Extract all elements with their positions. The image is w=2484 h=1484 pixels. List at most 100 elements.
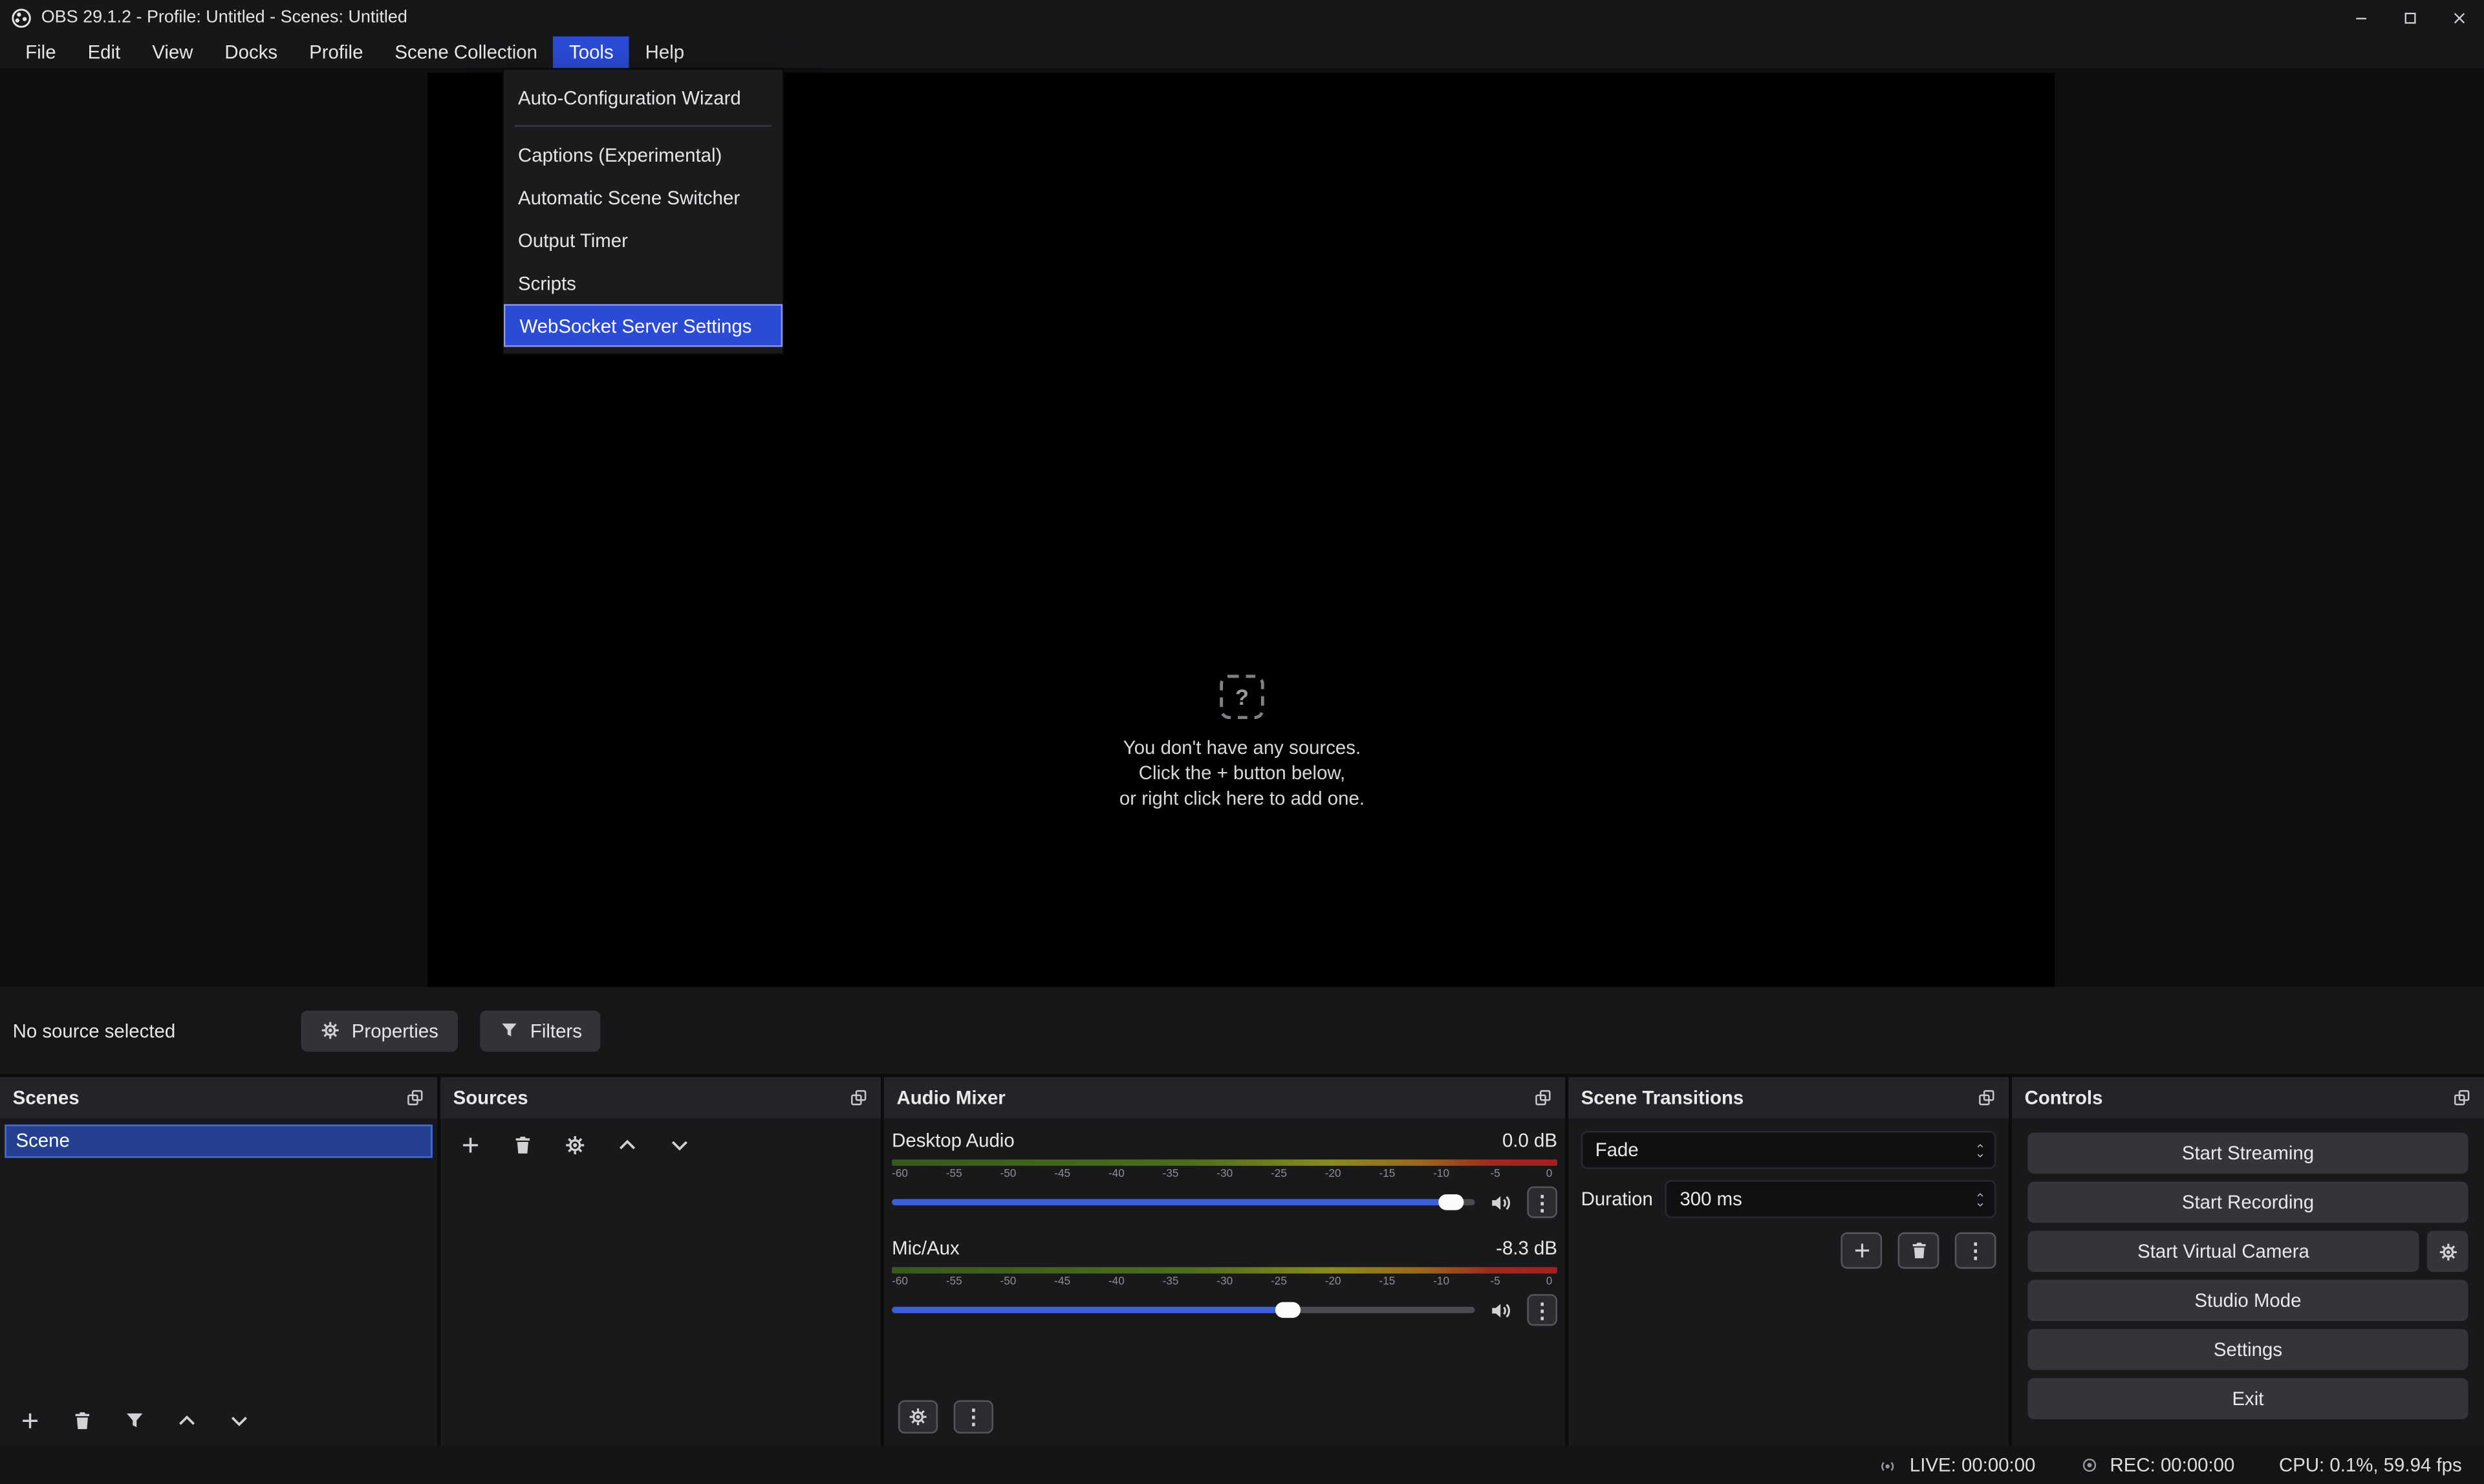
db-tick: -30 bbox=[1216, 1169, 1233, 1183]
chevron-up-icon bbox=[1974, 1190, 1987, 1198]
scene-transitions-dock: Scene Transitions Fade Duration 300 ms bbox=[1568, 1077, 2009, 1446]
db-tick: -45 bbox=[1054, 1276, 1070, 1291]
volume-slider[interactable] bbox=[892, 1296, 1474, 1324]
db-tick: -25 bbox=[1271, 1276, 1287, 1291]
menu-item-output-timer[interactable]: Output Timer bbox=[504, 219, 783, 261]
menu-item-automatic-scene-switcher[interactable]: Automatic Scene Switcher bbox=[504, 176, 783, 219]
volume-slider[interactable] bbox=[892, 1188, 1474, 1216]
db-tick: -15 bbox=[1379, 1276, 1395, 1291]
menu-item-scripts[interactable]: Scripts bbox=[504, 261, 783, 304]
obs-window: OBS 29.1.2 - Profile: Untitled - Scenes:… bbox=[0, 0, 2484, 1484]
add-transition-button[interactable] bbox=[1841, 1232, 1882, 1269]
db-tick: -60 bbox=[892, 1169, 908, 1183]
db-tick: -35 bbox=[1163, 1276, 1179, 1291]
transition-select-value: Fade bbox=[1595, 1139, 1639, 1161]
scene-transitions-body: Fade Duration 300 ms bbox=[1568, 1118, 2009, 1446]
mixer-channel-mic-aux: Mic/Aux -8.3 dB -60 -55 -50 -45 -40 -35 … bbox=[892, 1237, 1557, 1324]
duration-spinner[interactable] bbox=[1974, 1190, 1987, 1208]
db-tick: 0 bbox=[1541, 1169, 1557, 1183]
volume-meter bbox=[892, 1267, 1557, 1274]
kebab-icon: ⋮ bbox=[1532, 1192, 1553, 1212]
db-tick: -30 bbox=[1216, 1276, 1233, 1291]
controls-dock: Controls Start Streaming Start Recording… bbox=[2012, 1077, 2484, 1446]
screen: OBS 29.1.2 - Profile: Untitled - Scenes:… bbox=[0, 0, 2484, 1484]
select-spinner[interactable] bbox=[1974, 1141, 1987, 1159]
slider-handle[interactable] bbox=[1276, 1302, 1301, 1318]
start-recording-button[interactable]: Start Recording bbox=[2027, 1181, 2468, 1223]
virtual-camera-config-button[interactable] bbox=[2427, 1231, 2468, 1272]
transition-select[interactable]: Fade bbox=[1581, 1131, 1996, 1169]
tools-menu: Auto-Configuration Wizard Captions (Expe… bbox=[502, 68, 784, 354]
settings-button[interactable]: Settings bbox=[2027, 1329, 2468, 1370]
db-scale: -60 -55 -50 -45 -40 -35 -30 -25 -20 -15 … bbox=[892, 1276, 1557, 1291]
gear-icon bbox=[2437, 1241, 2458, 1262]
menu-separator bbox=[515, 125, 772, 127]
db-tick: 0 bbox=[1541, 1276, 1557, 1291]
db-tick: -50 bbox=[1000, 1276, 1017, 1291]
db-tick: -55 bbox=[946, 1276, 962, 1291]
start-virtual-camera-button[interactable]: Start Virtual Camera bbox=[2027, 1231, 2419, 1272]
channel-header: Mic/Aux -8.3 dB bbox=[892, 1237, 1557, 1262]
audio-mixer-body: Desktop Audio 0.0 dB -60 -55 -50 -45 -40… bbox=[884, 1118, 1565, 1386]
slider-fill bbox=[892, 1199, 1451, 1205]
start-streaming-button[interactable]: Start Streaming bbox=[2027, 1132, 2468, 1174]
db-tick: -45 bbox=[1054, 1169, 1070, 1183]
chevron-down-icon bbox=[1974, 1200, 1987, 1208]
db-tick: -35 bbox=[1163, 1169, 1179, 1183]
volume-meter bbox=[892, 1159, 1557, 1166]
db-tick: -40 bbox=[1108, 1169, 1125, 1183]
controls-body: Start Streaming Start Recording Start Vi… bbox=[2012, 1118, 2484, 1446]
channel-options-button[interactable]: ⋮ bbox=[1527, 1294, 1557, 1326]
db-tick: -5 bbox=[1487, 1169, 1503, 1183]
channel-controls: ⋮ bbox=[892, 1296, 1557, 1324]
channel-header: Desktop Audio 0.0 dB bbox=[892, 1130, 1557, 1155]
channel-name: Desktop Audio bbox=[892, 1130, 1015, 1155]
question-placeholder-icon: ? bbox=[1220, 674, 1264, 718]
exit-button[interactable]: Exit bbox=[2027, 1378, 2468, 1419]
db-tick: -20 bbox=[1325, 1169, 1341, 1183]
dock-area: Scenes Scene Sources ? You don't bbox=[0, 1074, 2484, 1446]
db-tick: -10 bbox=[1433, 1276, 1449, 1291]
db-tick: -25 bbox=[1271, 1169, 1287, 1183]
channel-level-db: -8.3 dB bbox=[1496, 1237, 1557, 1262]
channel-options-button[interactable]: ⋮ bbox=[1527, 1187, 1557, 1218]
db-tick: -5 bbox=[1487, 1276, 1503, 1291]
speaker-icon[interactable] bbox=[1489, 1298, 1513, 1322]
transition-buttons: ⋮ bbox=[1581, 1232, 1996, 1269]
db-tick: -20 bbox=[1325, 1276, 1341, 1291]
channel-name: Mic/Aux bbox=[892, 1237, 960, 1262]
duration-row: Duration 300 ms bbox=[1581, 1180, 1996, 1218]
kebab-icon: ⋮ bbox=[1532, 1300, 1553, 1320]
remove-transition-button[interactable] bbox=[1898, 1232, 1939, 1269]
slider-fill bbox=[892, 1307, 1288, 1313]
channel-controls: ⋮ bbox=[892, 1188, 1557, 1216]
slider-handle[interactable] bbox=[1439, 1194, 1464, 1210]
sources-dock: Sources ? You don't have any sources. Cl… bbox=[440, 1077, 881, 1446]
mixer-channel-desktop-audio: Desktop Audio 0.0 dB -60 -55 -50 -45 -40… bbox=[892, 1130, 1557, 1217]
channel-level-db: 0.0 dB bbox=[1502, 1130, 1557, 1155]
db-tick: -50 bbox=[1000, 1169, 1017, 1183]
trash-icon bbox=[1908, 1240, 1929, 1261]
menu-item-websocket-server-settings[interactable]: WebSocket Server Settings bbox=[504, 304, 783, 347]
sources-empty-line: or right click here to add one. bbox=[1119, 785, 1365, 810]
duration-spinbox[interactable]: 300 ms bbox=[1665, 1180, 1996, 1218]
speaker-icon[interactable] bbox=[1489, 1190, 1513, 1214]
menu-item-captions-experimental[interactable]: Captions (Experimental) bbox=[504, 133, 783, 176]
db-tick: -40 bbox=[1108, 1276, 1125, 1291]
duration-label: Duration bbox=[1581, 1188, 1653, 1210]
db-tick: -10 bbox=[1433, 1169, 1449, 1183]
plus-icon bbox=[1851, 1240, 1872, 1261]
db-tick: -60 bbox=[892, 1276, 908, 1291]
chevron-down-icon bbox=[1974, 1151, 1987, 1159]
kebab-icon: ⋮ bbox=[1965, 1240, 1986, 1261]
db-scale: -60 -55 -50 -45 -40 -35 -30 -25 -20 -15 … bbox=[892, 1169, 1557, 1183]
db-tick: -55 bbox=[946, 1169, 962, 1183]
sources-empty-line: You don't have any sources. bbox=[1123, 734, 1361, 759]
db-tick: -15 bbox=[1379, 1169, 1395, 1183]
sources-empty-line: Click the + button below, bbox=[1139, 760, 1345, 785]
menu-item-auto-configuration-wizard[interactable]: Auto-Configuration Wizard bbox=[504, 76, 783, 119]
virtual-camera-row: Start Virtual Camera bbox=[2027, 1231, 2468, 1272]
studio-mode-button[interactable]: Studio Mode bbox=[2027, 1280, 2468, 1321]
chevron-up-icon bbox=[1974, 1141, 1987, 1149]
transition-options-button[interactable]: ⋮ bbox=[1955, 1232, 1996, 1269]
